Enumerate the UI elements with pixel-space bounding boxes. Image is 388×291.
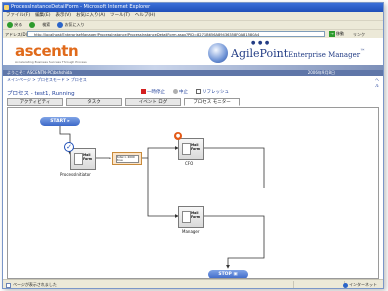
back-label: 戻る bbox=[14, 22, 23, 27]
connector-initiator-decision bbox=[94, 157, 111, 159]
address-label: アドレス(D) bbox=[5, 32, 28, 37]
welcome-text: ようこそ：ASCENTN-PC\bshshida bbox=[7, 70, 72, 75]
node-label-cfo: CFO bbox=[185, 161, 194, 166]
forward-button[interactable] bbox=[27, 22, 37, 28]
stop-label: STOP bbox=[218, 272, 232, 277]
site-header: ascentn Accelerating Business Success Th… bbox=[3, 38, 383, 76]
breadcrumb-process: プロセス bbox=[70, 77, 87, 82]
go-button[interactable]: → 移動 bbox=[329, 31, 349, 37]
tab-bar: アクティビティ タスク イベント ログ プロセス モニター bbox=[7, 98, 240, 106]
tab-tasks[interactable]: タスク bbox=[66, 98, 122, 106]
document-icon bbox=[182, 211, 191, 223]
product-sub: Enterprise Manager bbox=[288, 50, 361, 59]
menu-favorites[interactable]: お気に入り(A) bbox=[76, 12, 105, 20]
current-date: 2006年9月8日 bbox=[307, 70, 335, 75]
document-icon bbox=[74, 153, 83, 165]
back-button[interactable]: 戻る bbox=[5, 22, 24, 28]
running-status-icon: ● bbox=[174, 132, 182, 140]
cancel-label: 中止 bbox=[179, 90, 188, 95]
status-text: ページが表示されました bbox=[13, 282, 57, 287]
connector-decision-cfo bbox=[140, 146, 179, 159]
decision-condition: total > 2000 true bbox=[116, 155, 139, 163]
zone-label: インターネット bbox=[349, 282, 377, 287]
page-content: ascentn Accelerating Business Success Th… bbox=[3, 38, 383, 279]
title-bar: ProcessInstanceDetailForm - Microsoft In… bbox=[3, 3, 383, 12]
favorites-label: お気に入り bbox=[64, 22, 85, 27]
connector-cfo-stop bbox=[202, 147, 265, 188]
go-label: 移動 bbox=[336, 31, 344, 36]
pause-icon bbox=[141, 89, 146, 94]
search-button[interactable]: 検索 bbox=[40, 22, 52, 28]
menu-tools[interactable]: ツール(T) bbox=[110, 12, 130, 20]
address-input[interactable]: http://localhost/EnterpriseManager/Proce… bbox=[27, 31, 325, 37]
task-type-label-cfo: Mail Form bbox=[191, 143, 201, 151]
forward-arrow-icon bbox=[29, 22, 36, 28]
node-label-initiator: ProcessInitiator bbox=[60, 172, 91, 177]
ie-app-icon bbox=[4, 5, 9, 10]
browser-toolbar: 戻る 検索 お気に入り bbox=[3, 20, 383, 29]
browser-window: ProcessInstanceDetailForm - Microsoft In… bbox=[2, 2, 384, 289]
address-bar: アドレス(D) http://localhost/EnterpriseManag… bbox=[3, 29, 383, 38]
task-box-cfo: Mail Form bbox=[178, 138, 204, 160]
start-label: START bbox=[50, 119, 66, 124]
process-diagram: START ▸ Mail Form ✓ ProcessInitiator tot… bbox=[7, 107, 379, 279]
star-icon bbox=[57, 22, 64, 28]
ascentn-tagline: Accelerating Business Success Through Pr… bbox=[15, 60, 87, 64]
agilepoint-wordmark: AgilePointEnterprise Manager™ bbox=[231, 47, 365, 60]
task-box-manager: Mail Form bbox=[178, 206, 204, 228]
node-label-manager: Manager bbox=[182, 229, 200, 234]
globe-icon bbox=[342, 282, 348, 288]
cancel-icon bbox=[173, 89, 178, 94]
page-title: プロセス - test1, Running bbox=[7, 91, 75, 97]
user-bar: ようこそ：ASCENTN-PC\bshshida 2006年9月8日 bbox=[3, 70, 383, 76]
stop-node[interactable]: STOP ▣ bbox=[208, 270, 248, 278]
process-actions: 一時停止 中止 リフレッシュ bbox=[141, 89, 229, 95]
document-icon bbox=[182, 143, 191, 155]
tab-process-monitor[interactable]: プロセス モニター bbox=[184, 98, 240, 106]
menu-file[interactable]: ファイル(F) bbox=[6, 12, 30, 20]
connector-decision-manager bbox=[147, 158, 179, 218]
breadcrumb: メインページ > プロセスモード > プロセス ヘル bbox=[7, 77, 379, 88]
search-label: 検索 bbox=[42, 22, 51, 27]
menu-bar: ファイル(F) 編集(E) 表示(V) お気に入り(A) ツール(T) ヘルプ(… bbox=[3, 12, 383, 20]
refresh-icon bbox=[196, 89, 201, 94]
task-type-label-manager: Mail Form bbox=[191, 211, 201, 219]
suspend-button[interactable]: 一時停止 bbox=[141, 89, 165, 95]
agilepoint-logo: AgilePointEnterprise Manager™ bbox=[208, 42, 365, 64]
window-title: ProcessInstanceDetailForm - Microsoft In… bbox=[11, 4, 151, 10]
menu-edit[interactable]: 編集(E) bbox=[35, 12, 50, 20]
favorites-button[interactable]: お気に入り bbox=[55, 22, 86, 28]
diagram-connectors bbox=[59, 126, 265, 269]
back-arrow-icon bbox=[7, 22, 13, 28]
tab-activities[interactable]: アクティビティ bbox=[7, 98, 63, 106]
start-node[interactable]: START ▸ bbox=[40, 117, 80, 126]
connector-manager-stop bbox=[202, 215, 265, 269]
product-trademark: ™ bbox=[360, 47, 366, 54]
refresh-button[interactable]: リフレッシュ bbox=[196, 89, 229, 95]
menu-help[interactable]: ヘルプ(H) bbox=[135, 12, 155, 20]
decision-node[interactable]: total > 2000 true bbox=[112, 152, 142, 165]
page-loaded-icon bbox=[6, 282, 11, 288]
breadcrumb-main[interactable]: メインページ bbox=[7, 77, 31, 82]
task-box-initiator: Mail Form bbox=[70, 148, 96, 170]
completed-check-icon: ✓ bbox=[64, 142, 74, 152]
status-dividers bbox=[293, 281, 345, 288]
go-arrow-icon: → bbox=[329, 31, 335, 37]
ascentn-logo: ascentn bbox=[15, 42, 79, 60]
product-name: AgilePoint bbox=[231, 46, 289, 60]
menu-view[interactable]: 表示(V) bbox=[55, 12, 71, 20]
tab-event-log[interactable]: イベント ログ bbox=[125, 98, 181, 106]
task-type-label-initiator: Mail Form bbox=[83, 153, 93, 161]
refresh-label: リフレッシュ bbox=[202, 90, 229, 95]
suspend-label: 一時停止 bbox=[147, 90, 165, 95]
cancel-button[interactable]: 中止 bbox=[173, 89, 188, 95]
help-link[interactable]: ヘル bbox=[375, 77, 379, 89]
status-bar: ページが表示されました インターネット bbox=[3, 279, 383, 288]
security-zone: インターネット bbox=[342, 280, 377, 288]
agilepoint-globe-icon bbox=[208, 43, 228, 63]
breadcrumb-process-mode[interactable]: プロセスモード bbox=[37, 77, 65, 82]
